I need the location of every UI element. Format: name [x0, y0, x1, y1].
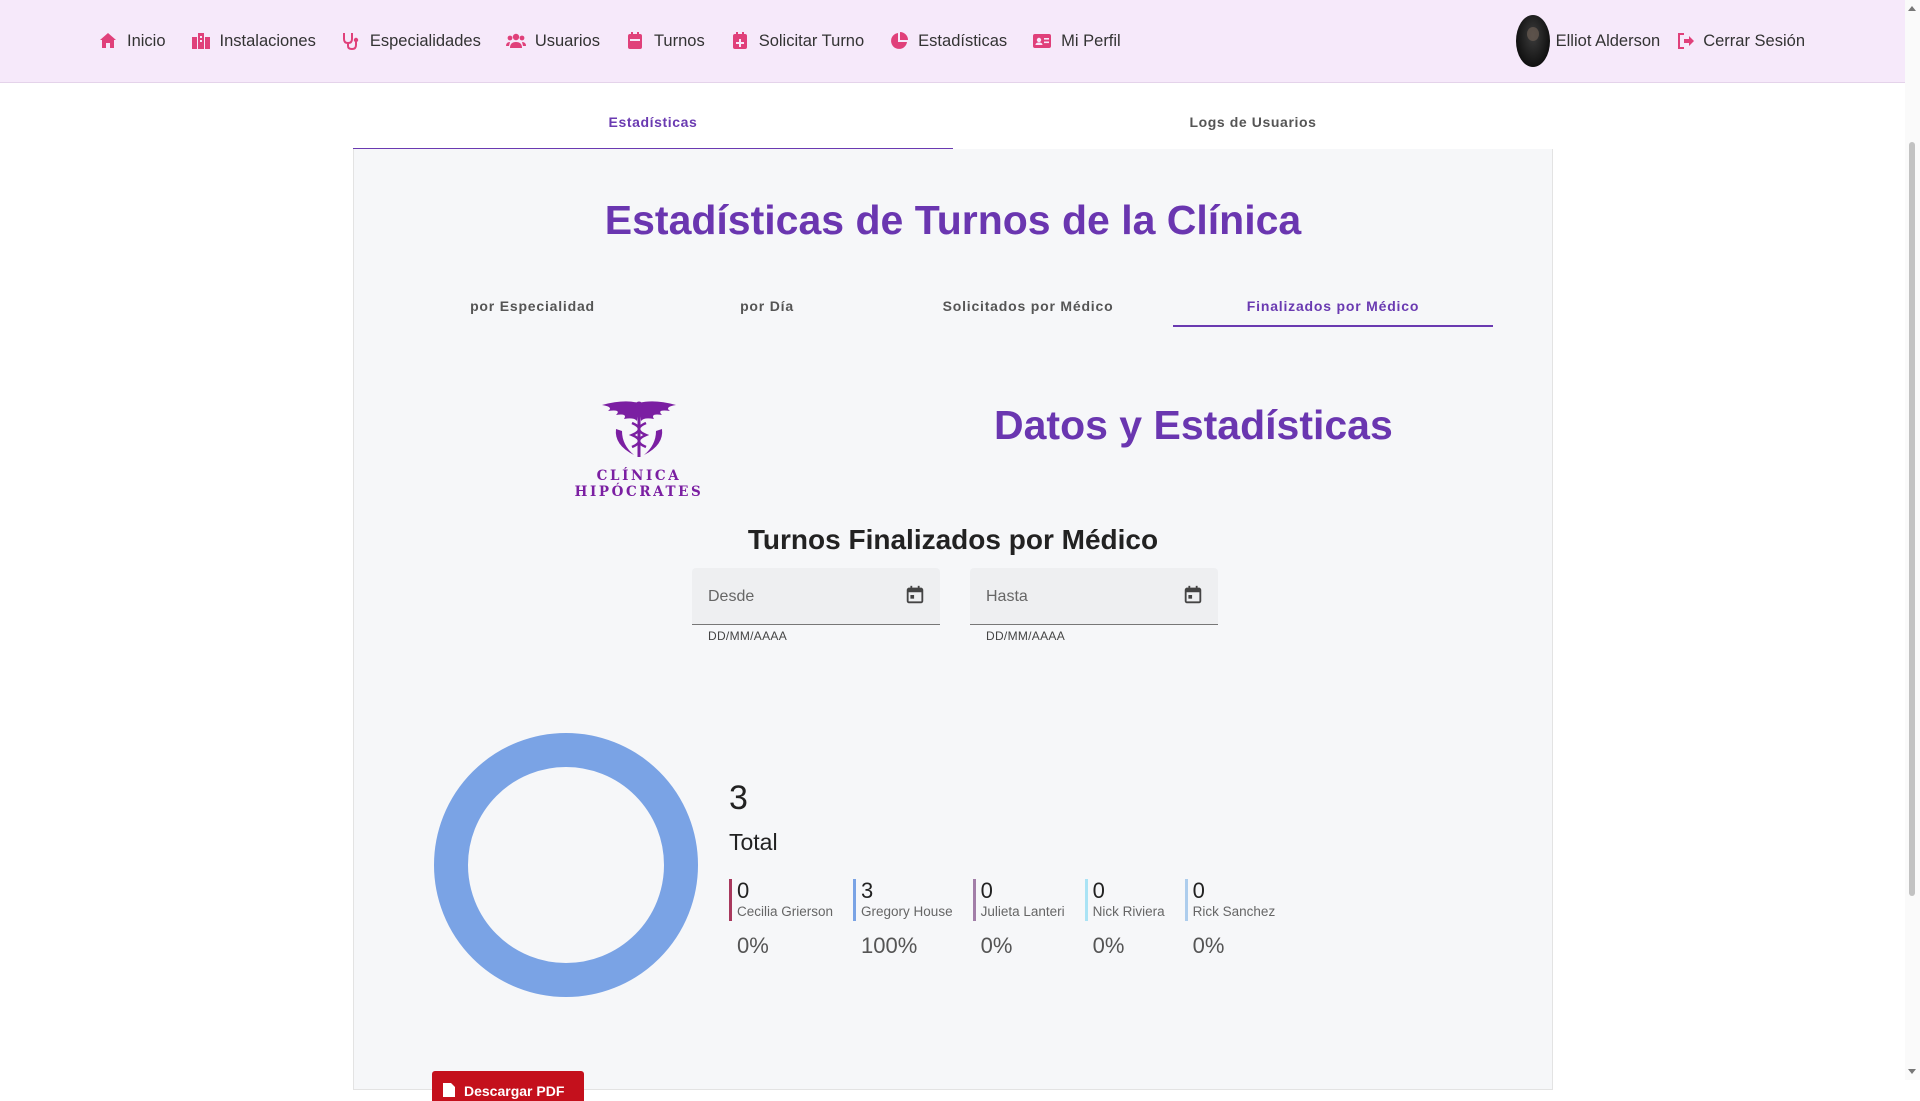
nav-item-label: Estadísticas — [918, 31, 1008, 50]
date-from-field[interactable]: Desde — [692, 568, 940, 625]
id-card-icon — [1033, 34, 1052, 48]
logout-icon — [1678, 33, 1695, 49]
legend-percentage: 0% — [1092, 933, 1125, 958]
scroll-down-icon[interactable] — [1908, 1069, 1916, 1074]
nav-item-especialidades[interactable]: Especialidades — [341, 31, 481, 51]
nav-item-label: Mi Perfil — [1061, 31, 1121, 50]
total-value: 3 — [729, 779, 748, 817]
download-pdf-label: Descargar PDF — [464, 1083, 565, 1099]
date-from-hint: DD/MM/AAAA — [708, 629, 788, 643]
pdf-icon — [443, 1083, 455, 1097]
legend-percentage: 100% — [861, 933, 918, 958]
top-navbar: Inicio Instalaciones Especialidades Usua… — [0, 0, 1905, 83]
legend-label: Gregory House — [861, 904, 953, 919]
logout-button[interactable]: Cerrar Sesión — [1676, 31, 1805, 51]
legend-item[interactable]: 0 Cecilia Grierson 0% — [729, 879, 833, 959]
legend-item[interactable]: 0 Julieta Lanteri 0% — [972, 878, 1065, 959]
calendar-icon — [627, 32, 642, 49]
home-icon — [100, 33, 116, 48]
avatar[interactable] — [1515, 15, 1550, 67]
tab-por-dia[interactable]: por Día — [651, 286, 883, 330]
nav-menu: Inicio Instalaciones Especialidades Usua… — [98, 0, 1146, 82]
scroll-thumb[interactable] — [1909, 142, 1915, 896]
legend-percentage: 0% — [980, 933, 1013, 958]
pie-chart-icon — [891, 32, 909, 49]
tab-por-especialidad[interactable]: por Especialidad — [414, 286, 651, 330]
calendar-plus-icon — [732, 32, 747, 49]
date-from-placeholder: Desde — [708, 588, 755, 605]
donut-chart — [434, 733, 698, 997]
nav-item-label: Inicio — [127, 31, 166, 50]
total-label: Total — [729, 829, 778, 855]
nav-item-usuarios[interactable]: Usuarios — [505, 31, 600, 51]
legend-value: 3 — [861, 878, 874, 903]
legend-label: Julieta Lanteri — [980, 904, 1065, 919]
nav-item-estadisticas[interactable]: Estadísticas — [889, 31, 1007, 51]
legend-percentage: 0% — [1192, 933, 1225, 958]
nav-item-instalaciones[interactable]: Instalaciones — [191, 31, 316, 51]
legend-color-bar — [1184, 879, 1188, 921]
nav-item-inicio[interactable]: Inicio — [98, 31, 166, 51]
nav-item-label: Usuarios — [534, 31, 600, 50]
scroll-up-icon[interactable] — [1908, 6, 1916, 11]
nav-item-label: Especialidades — [369, 31, 481, 50]
tab-solicitados-por-medico[interactable]: Solicitados por Médico — [883, 286, 1173, 330]
tab-estadisticas[interactable]: Estadísticas — [353, 95, 953, 150]
calendar-icon[interactable] — [904, 584, 926, 606]
user-area: Elliot Alderson Cerrar Sesión — [1515, 0, 1805, 82]
legend-label: Cecilia Grierson — [737, 904, 834, 919]
nav-item-label: Solicitar Turno — [758, 31, 865, 50]
page-scrollbar[interactable] — [1905, 0, 1920, 1080]
clinic-logo: CLÍNICA HIPÓCRATES — [534, 399, 744, 500]
nav-item-turnos[interactable]: Turnos — [625, 31, 705, 51]
user-name: Elliot Alderson — [1555, 31, 1661, 50]
chart-tabs: por Especialidad por Día Solicitados por… — [414, 286, 1494, 330]
date-to-hint: DD/MM/AAAA — [986, 629, 1066, 643]
legend-value: 0 — [980, 878, 993, 903]
data-title: Datos y Estadísticas — [994, 402, 1393, 448]
legend-percentage: 0% — [737, 933, 769, 958]
stethoscope-icon — [342, 33, 359, 51]
nav-item-mi-perfil[interactable]: Mi Perfil — [1032, 31, 1121, 51]
logo-text: CLÍNICA HIPÓCRATES — [574, 468, 704, 500]
caduceus-logo-icon — [602, 401, 676, 457]
legend-label: Nick Riviera — [1092, 904, 1165, 919]
legend-item[interactable]: 3 Gregory House 100% — [853, 879, 953, 959]
tab-logs-de-usuarios[interactable]: Logs de Usuarios — [953, 95, 1553, 149]
chart-title: Turnos Finalizados por Médico — [747, 524, 1159, 555]
legend-item[interactable]: 0 Nick Riviera 0% — [1084, 878, 1165, 959]
legend-label: Rick Sanchez — [1192, 904, 1276, 919]
legend-color-bar — [1084, 879, 1088, 921]
nav-item-label: Turnos — [653, 31, 705, 50]
legend-color-bar — [729, 879, 732, 921]
calendar-icon[interactable] — [1182, 584, 1204, 606]
legend-color-bar — [853, 879, 857, 921]
legend-value: 0 — [737, 878, 750, 903]
statistics-panel: Estadísticas de Turnos de la Clínica por… — [353, 149, 1553, 1101]
date-to-placeholder: Hasta — [986, 588, 1028, 605]
chart-legend: 0 Cecilia Grierson 0% 3 Gregory House 100% 0 Ju… — [729, 879, 1295, 959]
date-to-field[interactable]: Hasta — [970, 568, 1218, 625]
building-icon — [191, 33, 210, 49]
legend-color-bar — [972, 879, 976, 921]
logout-label: Cerrar Sesión — [1703, 31, 1805, 50]
nav-item-solicitar-turno[interactable]: Solicitar Turno — [730, 31, 864, 51]
tab-finalizados-por-medico[interactable]: Finalizados por Médico — [1173, 286, 1493, 330]
download-pdf-button[interactable]: Descargar PDF — [432, 1071, 584, 1101]
nav-item-label: Instalaciones — [219, 31, 316, 50]
donut-slice-gregory-house[interactable] — [434, 733, 698, 997]
page-title: Estadísticas de Turnos de la Clínica — [604, 197, 1302, 243]
legend-item[interactable]: 0 Rick Sanchez 0% — [1184, 878, 1276, 959]
users-icon — [505, 33, 526, 48]
legend-value: 0 — [1192, 878, 1205, 903]
main-tabs: Estadísticas Logs de Usuarios — [353, 95, 1553, 150]
legend-value: 0 — [1092, 878, 1105, 903]
